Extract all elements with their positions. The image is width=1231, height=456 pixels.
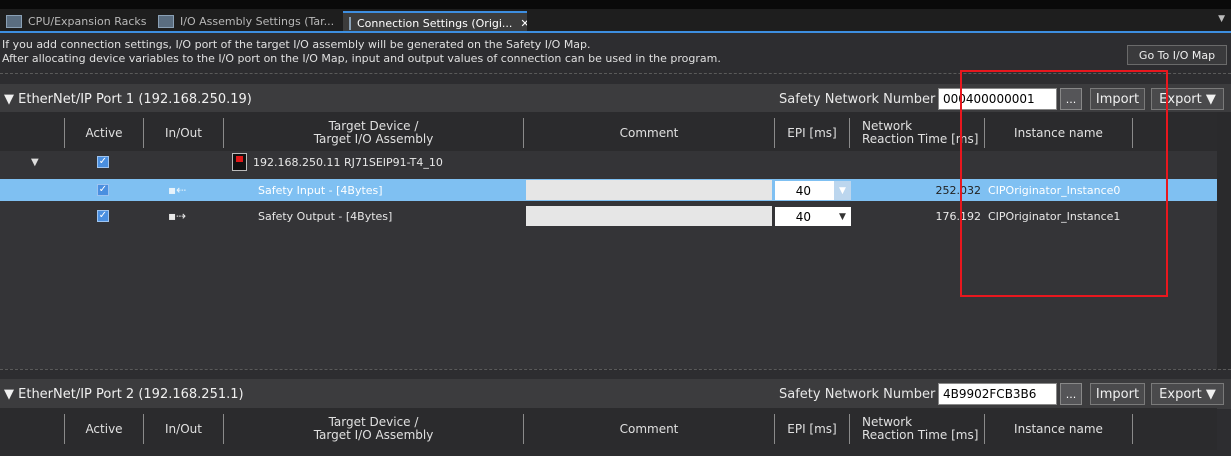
column-target-device[interactable]: Target Device / Target I/O Assembly bbox=[224, 408, 523, 450]
browse-button[interactable]: ... bbox=[1060, 383, 1082, 405]
column-comment[interactable]: Comment bbox=[524, 408, 774, 450]
highlight-box bbox=[960, 70, 1168, 297]
go-to-io-map-button[interactable]: Go To I/O Map bbox=[1127, 45, 1227, 65]
port2-title[interactable]: ▼ EtherNet/IP Port 2 (192.168.251.1) bbox=[4, 387, 244, 402]
port2-bar: ▼ EtherNet/IP Port 2 (192.168.251.1) Saf… bbox=[0, 379, 1231, 409]
column-nrt-line2: Reaction Time [ms] bbox=[862, 428, 979, 442]
connection-name: Safety Output - [4Bytes] bbox=[258, 209, 393, 223]
tab-label: I/O Assembly Settings (Tar... bbox=[180, 15, 335, 28]
info-line-2: After allocating device variables to the… bbox=[2, 52, 721, 65]
rack-icon bbox=[6, 15, 22, 28]
column-epi[interactable]: EPI [ms] bbox=[775, 112, 849, 154]
column-target-line2: Target I/O Assembly bbox=[313, 132, 434, 146]
chevron-down-icon[interactable]: ▼ bbox=[1218, 14, 1225, 24]
import-button[interactable]: Import bbox=[1090, 383, 1145, 405]
comment-field[interactable] bbox=[526, 206, 772, 226]
column-separator bbox=[1132, 414, 1133, 444]
safety-network-number-label: Safety Network Number : bbox=[779, 386, 944, 402]
output-direction-icon: ▪⇢ bbox=[168, 209, 187, 223]
port1-title[interactable]: ▼ EtherNet/IP Port 1 (192.168.250.19) bbox=[4, 92, 252, 107]
tab-cpu-expansion-racks[interactable]: CPU/Expansion Racks bbox=[0, 11, 160, 32]
divider bbox=[0, 369, 1231, 370]
device-active-checkbox[interactable]: ✓ bbox=[97, 156, 109, 168]
port2-column-header: Active In/Out Target Device / Target I/O… bbox=[0, 408, 1217, 450]
expand-toggle-icon[interactable]: ▼ bbox=[31, 151, 39, 173]
column-active[interactable]: Active bbox=[65, 112, 143, 154]
active-cell[interactable]: ✓ bbox=[97, 205, 109, 227]
input-direction-icon: ▪⇠ bbox=[168, 183, 187, 197]
chevron-down-icon[interactable]: ▼ bbox=[834, 207, 851, 226]
active-checkbox[interactable]: ✓ bbox=[97, 184, 109, 196]
column-comment[interactable]: Comment bbox=[524, 112, 774, 154]
column-active[interactable]: Active bbox=[65, 408, 143, 450]
safety-device-icon bbox=[232, 153, 247, 171]
tab-io-assembly-settings[interactable]: I/O Assembly Settings (Tar... bbox=[152, 11, 349, 32]
device-name: 192.168.250.11 RJ71SEIP91-T4_10 bbox=[253, 155, 443, 169]
column-separator bbox=[849, 118, 850, 148]
device-target-cell: 192.168.250.11 RJ71SEIP91-T4_10 bbox=[232, 151, 443, 173]
info-area: If you add connection settings, I/O port… bbox=[0, 33, 1231, 70]
column-epi[interactable]: EPI [ms] bbox=[775, 408, 849, 450]
info-line-1: If you add connection settings, I/O port… bbox=[2, 38, 591, 51]
comment-field[interactable] bbox=[526, 180, 772, 200]
close-icon[interactable]: ✕ bbox=[520, 17, 527, 30]
tab-label: Connection Settings (Origi... bbox=[357, 17, 513, 30]
column-target-line2: Target I/O Assembly bbox=[313, 428, 434, 442]
chevron-down-icon[interactable]: ▼ bbox=[834, 181, 851, 200]
title-band bbox=[0, 0, 1231, 9]
epi-input[interactable]: 40 bbox=[775, 207, 835, 226]
io-assembly-icon bbox=[158, 15, 174, 28]
document-tab-bar: CPU/Expansion Racks I/O Assembly Setting… bbox=[0, 0, 1231, 34]
column-in-out[interactable]: In/Out bbox=[144, 408, 223, 450]
epi-input[interactable]: 40 bbox=[775, 181, 835, 200]
safety-network-number-label: Safety Network Number : bbox=[779, 91, 944, 107]
column-instance-name[interactable]: Instance name bbox=[985, 408, 1132, 450]
vertical-scrollbar[interactable] bbox=[1217, 112, 1231, 369]
active-cell[interactable]: ✓ bbox=[97, 179, 109, 201]
column-in-out[interactable]: In/Out bbox=[144, 112, 223, 154]
active-checkbox[interactable]: ✓ bbox=[97, 210, 109, 222]
safety-network-number-input[interactable]: 4B9902FCB3B6 bbox=[938, 383, 1057, 405]
column-target-device[interactable]: Target Device / Target I/O Assembly bbox=[224, 112, 523, 154]
column-separator bbox=[849, 414, 850, 444]
export-button[interactable]: Export ▼ bbox=[1151, 383, 1224, 405]
column-network-reaction-time[interactable]: Network Reaction Time [ms] bbox=[862, 408, 984, 450]
connection-icon bbox=[349, 17, 351, 30]
tab-label: CPU/Expansion Racks bbox=[28, 15, 147, 28]
active-cell[interactable]: ✓ bbox=[97, 151, 109, 173]
connection-name: Safety Input - [4Bytes] bbox=[258, 183, 383, 197]
